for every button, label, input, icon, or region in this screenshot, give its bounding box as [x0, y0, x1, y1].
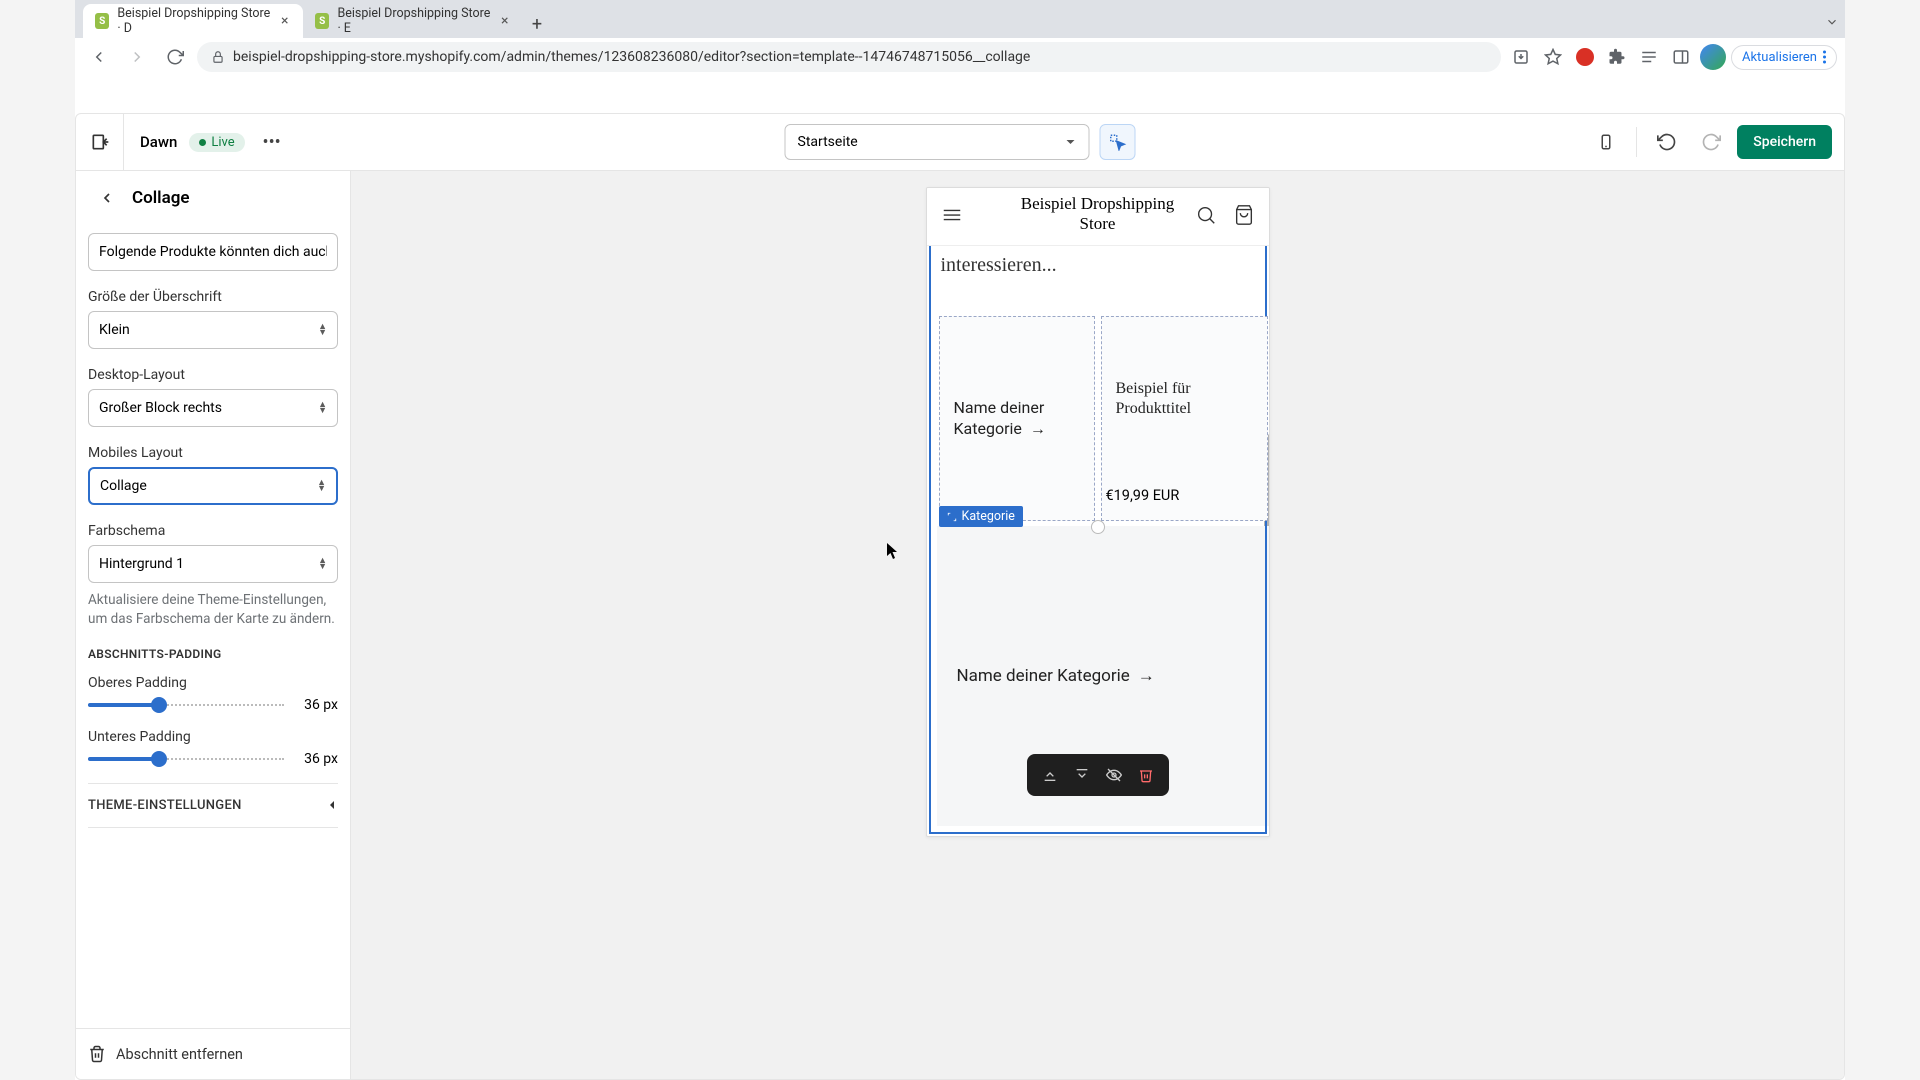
collage-cell-product[interactable]: Beispiel für Produkttitel €19,99 EUR	[1101, 316, 1268, 521]
color-scheme-help: Aktualisiere deine Theme-Einstellungen, …	[88, 591, 338, 629]
select-caret-icon: ▲▼	[318, 324, 327, 336]
collage-cell-category[interactable]: Name deiner Kategorie→	[939, 316, 1095, 521]
chevron-down-icon	[1065, 136, 1077, 148]
page-selector[interactable]: Startseite	[785, 124, 1090, 160]
move-up-button[interactable]	[1035, 760, 1065, 790]
inspector-toggle[interactable]	[1100, 124, 1136, 160]
mobile-layout-label: Mobiles Layout	[88, 445, 338, 461]
expand-icon	[947, 512, 957, 522]
search-icon[interactable]	[1195, 204, 1217, 230]
tab-title: Beispiel Dropshipping Store · E	[337, 6, 490, 36]
mobile-view-button[interactable]	[1588, 124, 1624, 160]
sidebar: Collage Größe der Überschrift Klein ▲▼ D…	[76, 171, 351, 1079]
chevron-left-icon	[326, 799, 338, 811]
block-floating-toolbar	[1027, 754, 1169, 796]
sidepanel-icon[interactable]	[1667, 43, 1695, 71]
mobile-layout-select[interactable]: Collage ▲▼	[88, 467, 338, 505]
block-badge[interactable]: Kategorie	[939, 506, 1023, 527]
extension-icon[interactable]	[1571, 43, 1599, 71]
heading-size-select[interactable]: Klein ▲▼	[88, 311, 338, 349]
heading-input[interactable]	[88, 233, 338, 271]
reload-icon[interactable]	[159, 41, 191, 73]
delete-button[interactable]	[1131, 760, 1161, 790]
bookmark-icon[interactable]	[1539, 43, 1567, 71]
lock-icon	[211, 50, 225, 64]
move-down-button[interactable]	[1067, 760, 1097, 790]
url-bar-row: beispiel-dropshipping-store.myshopify.co…	[75, 38, 1845, 76]
tab-title: Beispiel Dropshipping Store · D	[117, 6, 270, 36]
new-tab-button[interactable]: +	[523, 10, 551, 38]
url-text: beispiel-dropshipping-store.myshopify.co…	[233, 49, 1030, 65]
remove-section-button[interactable]: Abschnitt entfernen	[76, 1028, 350, 1079]
hamburger-icon[interactable]	[941, 204, 963, 230]
save-button[interactable]: Speichern	[1737, 125, 1832, 159]
top-padding-label: Oberes Padding	[88, 675, 338, 691]
arrow-right-icon: →	[1030, 419, 1046, 438]
resize-handle[interactable]	[1091, 520, 1105, 534]
sidebar-back-button[interactable]	[94, 185, 120, 211]
puzzle-icon[interactable]	[1603, 43, 1631, 71]
app-frame: Dawn Live ••• Startseite Speichern Coll	[75, 113, 1845, 1080]
bottom-padding-label: Unteres Padding	[88, 729, 338, 745]
canvas: Beispiel Dropshipping Store interessiere…	[351, 171, 1844, 1079]
tab-favicon: S	[95, 13, 109, 29]
redo-button[interactable]	[1693, 124, 1729, 160]
trash-icon	[88, 1045, 106, 1063]
desktop-layout-label: Desktop-Layout	[88, 367, 338, 383]
bottom-padding-slider[interactable]	[88, 757, 284, 761]
tab-favicon: S	[315, 13, 329, 29]
arrow-right-icon: →	[1138, 666, 1155, 686]
preview-section-heading: interessieren...	[941, 254, 1057, 277]
preview-header: Beispiel Dropshipping Store	[927, 188, 1269, 246]
hide-button[interactable]	[1099, 760, 1129, 790]
select-caret-icon: ▲▼	[318, 558, 327, 570]
kebab-icon	[1823, 50, 1826, 64]
bottom-padding-value: 36 px	[294, 751, 338, 767]
reader-icon[interactable]	[1635, 43, 1663, 71]
product-price: €19,99 EUR	[1106, 487, 1180, 504]
browser-chrome: S Beispiel Dropshipping Store · D × S Be…	[75, 0, 1845, 75]
tabs-dropdown-icon[interactable]	[1825, 14, 1839, 33]
app-topbar: Dawn Live ••• Startseite Speichern	[76, 114, 1844, 171]
live-badge: Live	[189, 133, 244, 152]
undo-button[interactable]	[1649, 124, 1685, 160]
back-icon[interactable]	[83, 41, 115, 73]
install-icon[interactable]	[1507, 43, 1535, 71]
cart-icon[interactable]	[1233, 204, 1255, 230]
exit-editor-button[interactable]	[76, 114, 124, 171]
profile-avatar[interactable]	[1699, 43, 1727, 71]
tab-strip: S Beispiel Dropshipping Store · D × S Be…	[75, 0, 1845, 38]
padding-header: ABSCHNITTS-PADDING	[88, 647, 338, 661]
close-icon[interactable]: ×	[498, 14, 511, 28]
close-icon[interactable]: ×	[278, 14, 291, 28]
select-caret-icon: ▲▼	[317, 480, 326, 492]
desktop-layout-select[interactable]: Großer Block rechts ▲▼	[88, 389, 338, 427]
update-button[interactable]: Aktualisieren	[1731, 45, 1837, 70]
url-bar[interactable]: beispiel-dropshipping-store.myshopify.co…	[197, 42, 1501, 72]
browser-tab[interactable]: S Beispiel Dropshipping Store · E ×	[303, 4, 523, 38]
preview-brand: Beispiel Dropshipping Store	[1012, 194, 1183, 233]
browser-tab[interactable]: S Beispiel Dropshipping Store · D ×	[83, 4, 303, 38]
mobile-preview[interactable]: Beispiel Dropshipping Store interessiere…	[926, 187, 1270, 837]
forward-icon[interactable]	[121, 41, 153, 73]
select-caret-icon: ▲▼	[318, 402, 327, 414]
theme-name: Dawn	[140, 133, 177, 151]
color-scheme-select[interactable]: Hintergrund 1 ▲▼	[88, 545, 338, 583]
more-actions-button[interactable]: •••	[257, 127, 287, 157]
top-padding-value: 36 px	[294, 697, 338, 713]
sidebar-title: Collage	[132, 188, 190, 208]
top-padding-slider[interactable]	[88, 703, 284, 707]
theme-settings-toggle[interactable]: THEME-EINSTELLUNGEN	[88, 783, 338, 828]
heading-size-label: Größe der Überschrift	[88, 289, 338, 305]
color-scheme-label: Farbschema	[88, 523, 338, 539]
